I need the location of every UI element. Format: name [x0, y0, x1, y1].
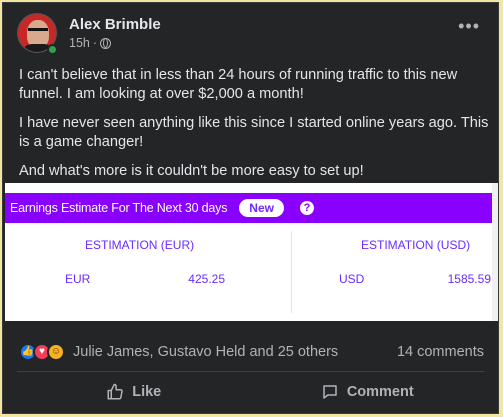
thumbs-up-icon [107, 383, 123, 400]
help-icon: ? [299, 201, 314, 215]
post-paragraph: I can't believe that in less than 24 hou… [19, 67, 458, 102]
earnings-header-bar: Earnings Estimate For The Next 30 days N… [5, 193, 498, 223]
globe-icon[interactable] [100, 37, 112, 49]
post-header: Alex Brimble 15h · ••• [17, 13, 486, 57]
post-paragraph: And what's more is it couldn't be more e… [19, 163, 364, 179]
reactions-summary[interactable]: 👍 ♥ ☺ Julie James, Gustavo Held and 25 o… [19, 343, 338, 361]
care-icon: ☺ [47, 343, 65, 361]
avatar-glasses [28, 28, 48, 33]
estimation-usd-row: USD 1585.59 [339, 272, 497, 286]
post-body: I can't believe that in less than 24 hou… [19, 66, 489, 191]
like-button[interactable]: Like [17, 375, 251, 409]
like-label: Like [132, 384, 162, 400]
new-badge: New [239, 199, 284, 217]
meta-separator: · [92, 36, 98, 50]
post-paragraph: I have never seen anything like this sin… [19, 115, 489, 150]
post-actions: Like Comment [17, 375, 484, 409]
actions-divider [17, 371, 484, 372]
post-time[interactable]: 15h [69, 36, 90, 50]
online-status-icon [47, 44, 58, 55]
more-options-icon[interactable]: ••• [458, 17, 480, 35]
reacted-by-text[interactable]: Julie James, Gustavo Held and 25 others [73, 344, 338, 360]
amount-value: 1585.59 [447, 272, 491, 286]
estimation-eur-row: EUR 425.25 [65, 272, 225, 286]
earnings-title: Earnings Estimate For The Next 30 days [10, 201, 228, 215]
comment-button[interactable]: Comment [251, 375, 485, 409]
estimation-usd-heading: ESTIMATION (USD) [361, 238, 471, 252]
currency-label: EUR [65, 272, 91, 286]
comment-count[interactable]: 14 comments [397, 344, 484, 360]
amount-value: 425.25 [188, 272, 225, 286]
post-meta: 15h · [69, 36, 112, 50]
estimation-usd: ESTIMATION (USD) USD 1585.59 [339, 238, 497, 308]
post-card: Alex Brimble 15h · ••• I can't believe t… [2, 2, 499, 414]
embed-scrollbar[interactable] [492, 183, 498, 321]
estimation-eur: ESTIMATION (EUR) EUR 425.25 [65, 238, 225, 308]
currency-label: USD [339, 272, 365, 286]
comment-label: Comment [346, 384, 414, 400]
earnings-estimate-image[interactable]: Earnings Estimate For The Next 30 days N… [5, 183, 498, 321]
comment-icon [323, 385, 337, 399]
estimation-eur-heading: ESTIMATION (EUR) [85, 238, 195, 252]
author-name[interactable]: Alex Brimble [69, 16, 161, 33]
column-divider [291, 231, 292, 313]
